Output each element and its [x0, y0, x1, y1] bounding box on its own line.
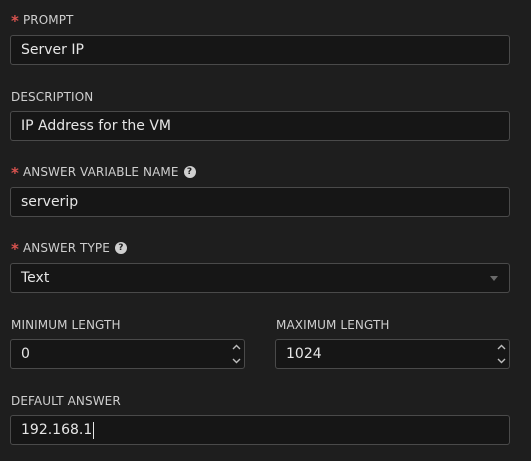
required-mark: *	[11, 164, 19, 182]
description-label-text: DESCRIPTION	[11, 90, 94, 104]
answer-variable-name-input-value: serverip	[21, 194, 79, 210]
prompt-label-text: PROMPT	[22, 13, 74, 27]
prompt-input[interactable]: Server IP	[10, 35, 510, 65]
minimum-length-label-text: MINIMUM LENGTH	[11, 318, 121, 332]
prompt-label: * PROMPT	[11, 12, 74, 30]
default-answer-input-value: 192.168.1	[21, 422, 93, 438]
answer-variable-name-label-text: ANSWER VARIABLE NAME	[22, 165, 179, 179]
default-answer-label: DEFAULT ANSWER	[11, 393, 121, 409]
caret-down-icon	[490, 276, 498, 281]
answer-type-label-text: ANSWER TYPE	[22, 241, 110, 255]
chevron-up-icon[interactable]	[493, 340, 509, 354]
answer-variable-name-label: * ANSWER VARIABLE NAME ?	[11, 164, 196, 182]
maximum-length-label-text: MAXIMUM LENGTH	[276, 318, 390, 332]
text-cursor	[93, 421, 95, 439]
maximum-length-stepper[interactable]	[493, 340, 509, 368]
answer-type-selected-value: Text	[21, 270, 50, 286]
question-circle-icon[interactable]: ?	[114, 242, 127, 254]
survey-question-form: * PROMPT Server IP DESCRIPTION IP Addres…	[0, 0, 531, 461]
description-input-value: IP Address for the VM	[21, 118, 172, 134]
required-mark: *	[11, 240, 19, 258]
chevron-down-icon[interactable]	[228, 354, 244, 368]
answer-type-select[interactable]: Text	[10, 263, 510, 293]
description-input[interactable]: IP Address for the VM	[10, 111, 510, 141]
maximum-length-input-value: 1024	[286, 346, 322, 362]
question-circle-icon[interactable]: ?	[183, 166, 196, 178]
maximum-length-input[interactable]: 1024	[275, 339, 510, 369]
answer-variable-name-input[interactable]: serverip	[10, 187, 510, 217]
minimum-length-input[interactable]: 0	[10, 339, 245, 369]
default-answer-label-text: DEFAULT ANSWER	[11, 394, 121, 408]
required-mark: *	[11, 12, 19, 30]
maximum-length-label: MAXIMUM LENGTH	[276, 317, 390, 333]
chevron-up-icon[interactable]	[228, 340, 244, 354]
description-label: DESCRIPTION	[11, 89, 93, 105]
minimum-length-label: MINIMUM LENGTH	[11, 317, 121, 333]
chevron-down-icon[interactable]	[493, 354, 509, 368]
minimum-length-stepper[interactable]	[228, 340, 244, 368]
answer-type-label: * ANSWER TYPE ?	[11, 240, 127, 258]
minimum-length-input-value: 0	[21, 346, 30, 362]
prompt-input-value: Server IP	[21, 42, 84, 58]
default-answer-input[interactable]: 192.168.1	[10, 415, 510, 445]
